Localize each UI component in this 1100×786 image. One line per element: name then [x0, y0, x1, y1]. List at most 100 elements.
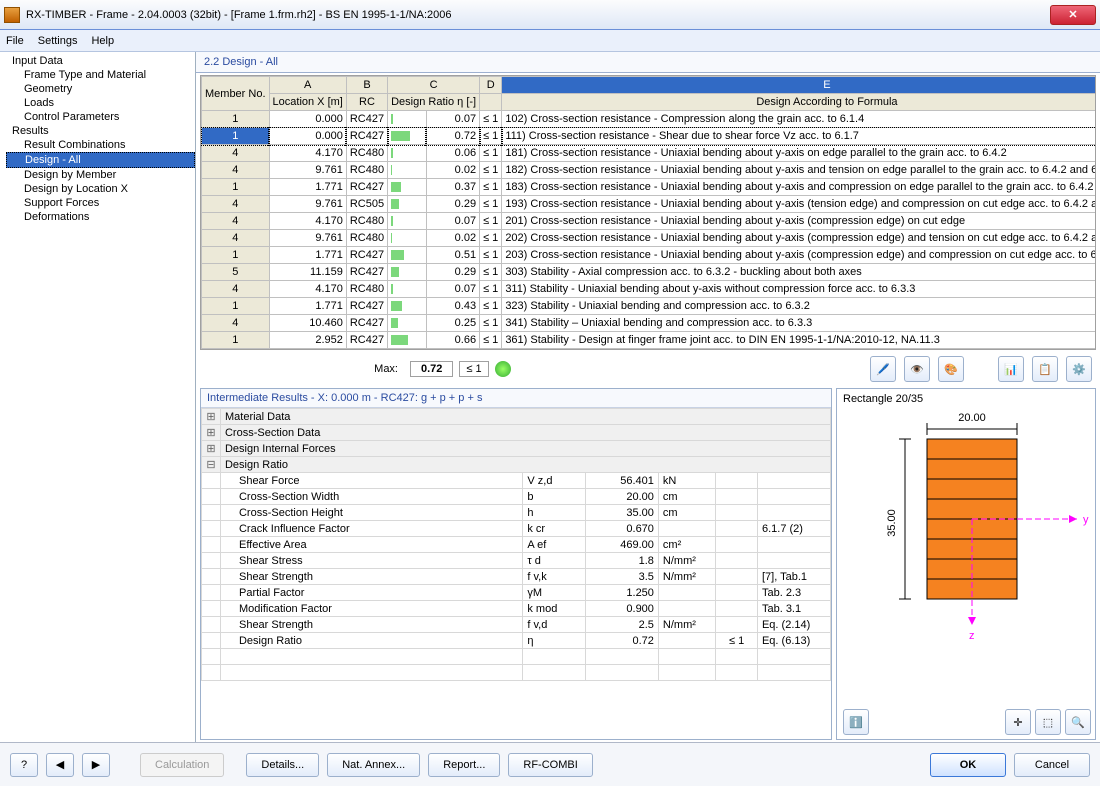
tree-frame-type[interactable]: Frame Type and Material: [6, 68, 195, 82]
cancel-button[interactable]: Cancel: [1014, 753, 1090, 777]
tree-design-all[interactable]: Design - All: [6, 152, 195, 168]
section-ratio[interactable]: Design Ratio: [220, 457, 830, 473]
details-title: Intermediate Results - X: 0.000 m - RC42…: [201, 389, 831, 408]
table-row[interactable]: 4 9.761 RC480 0.02 ≤ 1 202) Cross-sectio…: [202, 230, 1097, 247]
table-row[interactable]: 4 4.170 RC480 0.06 ≤ 1 181) Cross-sectio…: [202, 145, 1097, 162]
titlebar: RX-TIMBER - Frame - 2.04.0003 (32bit) - …: [0, 0, 1100, 30]
info-button[interactable]: ℹ️: [843, 709, 869, 735]
max-cond: ≤ 1: [459, 361, 488, 377]
table-row[interactable]: 5 11.159 RC427 0.29 ≤ 1 303) Stability -…: [202, 264, 1097, 281]
help-button[interactable]: ?: [10, 753, 38, 777]
tree-control-params[interactable]: Control Parameters: [6, 110, 195, 124]
close-button[interactable]: ✕: [1050, 5, 1096, 25]
col-e[interactable]: E: [502, 77, 1096, 94]
max-value: 0.72: [410, 361, 453, 377]
max-label: Max:: [204, 363, 404, 375]
section-material[interactable]: Material Data: [220, 409, 830, 425]
export-button[interactable]: 📊: [998, 356, 1024, 382]
window-title: RX-TIMBER - Frame - 2.04.0003 (32bit) - …: [26, 9, 1050, 21]
table-row[interactable]: 4 10.460 RC427 0.25 ≤ 1 341) Stability –…: [202, 315, 1097, 332]
tree-input-data[interactable]: Input Data: [6, 54, 195, 68]
tree-results[interactable]: Results: [6, 124, 195, 138]
col-c[interactable]: C: [388, 77, 480, 94]
detail-row: Shear Strength f v,k 3.5 N/mm² [7], Tab.…: [202, 569, 831, 585]
collapse-icon[interactable]: ⊟: [202, 457, 221, 473]
tree-design-by-member[interactable]: Design by Member: [6, 168, 195, 182]
detail-row: Partial Factor γM 1.250 Tab. 2.3: [202, 585, 831, 601]
detail-row: Crack Influence Factor k cr 0.670 6.1.7 …: [202, 521, 831, 537]
col-b[interactable]: B: [346, 77, 387, 94]
calculation-button[interactable]: Calculation: [140, 753, 224, 777]
tree-result-combos[interactable]: Result Combinations: [6, 138, 195, 152]
col-rc[interactable]: RC: [346, 94, 387, 111]
table-row[interactable]: 1 2.952 RC427 0.66 ≤ 1 361) Stability - …: [202, 332, 1097, 349]
filter-button-1[interactable]: 🖊️: [870, 356, 896, 382]
menu-settings[interactable]: Settings: [38, 35, 78, 47]
detail-row: Shear Strength f v,d 2.5 N/mm² Eq. (2.14…: [202, 617, 831, 633]
svg-text:y: y: [1083, 514, 1089, 526]
detail-row: Modification Factor k mod 0.900 Tab. 3.1: [202, 601, 831, 617]
prev-button[interactable]: ◀: [46, 753, 74, 777]
menubar: File Settings Help: [0, 30, 1100, 52]
table-row[interactable]: 1 1.771 RC427 0.37 ≤ 1 183) Cross-sectio…: [202, 179, 1097, 196]
expand-icon[interactable]: ⊞: [202, 441, 221, 457]
list-button[interactable]: 📋: [1032, 356, 1058, 382]
detail-row: Shear Stress τ d 1.8 N/mm²: [202, 553, 831, 569]
section-internal[interactable]: Design Internal Forces: [220, 441, 830, 457]
settings-button[interactable]: ⚙️: [1066, 356, 1092, 382]
col-member[interactable]: Member No.: [202, 77, 270, 111]
app-icon: [4, 7, 20, 23]
axes-button[interactable]: ✛: [1005, 709, 1031, 735]
table-row[interactable]: 1 1.771 RC427 0.51 ≤ 1 203) Cross-sectio…: [202, 247, 1097, 264]
svg-text:20.00: 20.00: [958, 412, 986, 424]
section-crosssection[interactable]: Cross-Section Data: [220, 425, 830, 441]
rfcombi-button[interactable]: RF-COMBI: [508, 753, 592, 777]
menu-file[interactable]: File: [6, 35, 24, 47]
detail-row: Cross-Section Width b 20.00 cm: [202, 489, 831, 505]
table-row[interactable]: 1 1.771 RC427 0.43 ≤ 1 323) Stability - …: [202, 298, 1097, 315]
nat-annex-button[interactable]: Nat. Annex...: [327, 753, 420, 777]
table-row[interactable]: 4 4.170 RC480 0.07 ≤ 1 311) Stability - …: [202, 281, 1097, 298]
tree-deformations[interactable]: Deformations: [6, 210, 195, 224]
tree-design-by-loc[interactable]: Design by Location X: [6, 182, 195, 196]
detail-row: Shear Force V z,d 56.401 kN: [202, 473, 831, 489]
details-button[interactable]: Details...: [246, 753, 319, 777]
tree-support-forces[interactable]: Support Forces: [6, 196, 195, 210]
filter-button-2[interactable]: 👁️: [904, 356, 930, 382]
table-row[interactable]: 1 0.000 RC427 0.72 ≤ 1 111) Cross-sectio…: [202, 128, 1097, 145]
next-button[interactable]: ▶: [82, 753, 110, 777]
col-ratio[interactable]: Design Ratio η [-]: [388, 94, 480, 111]
tree-loads[interactable]: Loads: [6, 96, 195, 110]
table-row[interactable]: 1 0.000 RC427 0.07 ≤ 1 102) Cross-sectio…: [202, 111, 1097, 128]
col-a[interactable]: A: [269, 77, 346, 94]
content: 2.2 Design - All Member No. A B C D E Lo…: [196, 52, 1100, 742]
col-formula[interactable]: Design According to Formula: [502, 94, 1096, 111]
sidebar: Input Data Frame Type and Material Geome…: [0, 52, 196, 742]
details-panel: Intermediate Results - X: 0.000 m - RC42…: [200, 388, 832, 740]
status-ok-icon: [495, 361, 511, 377]
footer: ? ◀ ▶ Calculation Details... Nat. Annex.…: [0, 742, 1100, 786]
max-row: Max: 0.72 ≤ 1 🖊️ 👁️ 🎨 📊 📋 ⚙️: [196, 352, 1100, 386]
section-title: 2.2 Design - All: [196, 52, 1100, 73]
detail-row: Cross-Section Height h 35.00 cm: [202, 505, 831, 521]
table-row[interactable]: 4 4.170 RC480 0.07 ≤ 1 201) Cross-sectio…: [202, 213, 1097, 230]
design-grid[interactable]: Member No. A B C D E Location X [m] RC D…: [200, 75, 1096, 350]
col-location[interactable]: Location X [m]: [269, 94, 346, 111]
zoom-button[interactable]: 🔍: [1065, 709, 1091, 735]
menu-help[interactable]: Help: [91, 35, 114, 47]
detail-row: Effective Area A ef 469.00 cm²: [202, 537, 831, 553]
detail-row: Design Ratio η 0.72 ≤ 1 Eq. (6.13): [202, 633, 831, 649]
report-button[interactable]: Report...: [428, 753, 500, 777]
col-d[interactable]: D: [480, 77, 502, 94]
view-button[interactable]: ⬚: [1035, 709, 1061, 735]
expand-icon[interactable]: ⊞: [202, 425, 221, 441]
filter-button-3[interactable]: 🎨: [938, 356, 964, 382]
table-row[interactable]: 4 9.761 RC505 0.29 ≤ 1 193) Cross-sectio…: [202, 196, 1097, 213]
cross-section-preview: Rectangle 20/35 20.00 35.00: [836, 388, 1096, 740]
table-row[interactable]: 4 9.761 RC480 0.02 ≤ 1 182) Cross-sectio…: [202, 162, 1097, 179]
svg-text:z: z: [969, 630, 975, 642]
tree-geometry[interactable]: Geometry: [6, 82, 195, 96]
expand-icon[interactable]: ⊞: [202, 409, 221, 425]
svg-text:35.00: 35.00: [886, 509, 898, 537]
ok-button[interactable]: OK: [930, 753, 1006, 777]
